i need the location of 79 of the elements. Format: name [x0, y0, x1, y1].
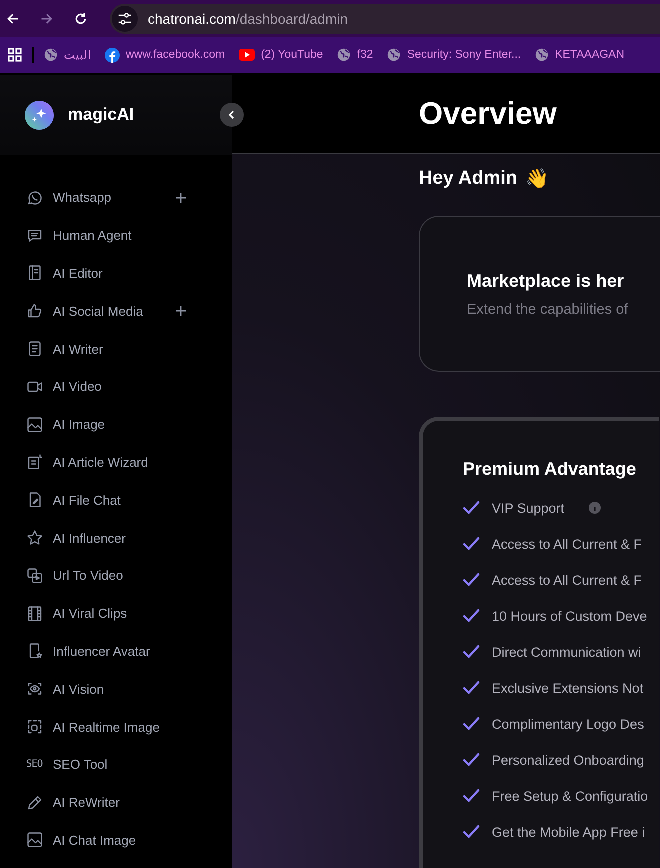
bookmark[interactable]: KETAAAGAN — [535, 48, 625, 62]
article-icon — [26, 453, 44, 472]
plus-icon[interactable] — [175, 192, 187, 204]
video-play-icon — [26, 566, 44, 585]
seo-label: SEO — [26, 759, 43, 770]
sidebar-item[interactable]: AI Realtime Image — [0, 708, 232, 746]
bookmark[interactable]: (2) YouTube — [239, 49, 324, 61]
checkmark-icon — [463, 501, 480, 515]
sidebar-item[interactable]: AI Editor — [0, 254, 232, 292]
thumbs-up-icon — [26, 302, 44, 320]
bookmark[interactable]: البيت — [44, 48, 91, 62]
feature-text: Access to All Current & F — [492, 572, 642, 588]
chevron-left-icon — [227, 110, 237, 120]
address-bar[interactable]: chatronai.com/dashboard/admin — [110, 4, 660, 34]
feature-text: Personalized Onboarding — [492, 752, 644, 768]
globe-icon — [44, 48, 58, 62]
checkmark-icon — [463, 789, 480, 803]
star-icon — [26, 529, 44, 548]
checkmark-icon — [463, 537, 480, 551]
checkmark-icon — [463, 717, 480, 731]
sidebar-item[interactable]: AI Vision — [0, 670, 232, 708]
play-icon — [239, 49, 256, 61]
sidebar-item[interactable]: Influencer Avatar — [0, 632, 232, 670]
feature-text: Complimentary Logo Des — [492, 716, 644, 732]
info-icon[interactable] — [588, 502, 601, 514]
feature-text: VIP Support — [492, 500, 565, 516]
checkmark-icon — [463, 681, 480, 695]
checkmark-icon — [463, 573, 480, 587]
sidebar-item[interactable]: AI Writer — [0, 330, 232, 368]
forward-arrow-icon[interactable] — [40, 12, 54, 26]
bookmark[interactable]: Security: Sony Enter... — [387, 48, 522, 62]
feature-text: Free Setup & Configuratio — [492, 788, 648, 804]
film-icon — [26, 604, 44, 623]
reload-icon[interactable] — [74, 12, 88, 26]
apps-grid-icon[interactable] — [8, 48, 22, 62]
checkmark-icon — [463, 753, 480, 767]
sidebar-item[interactable]: AI Article Wizard — [0, 444, 232, 482]
checkmark-icon — [463, 609, 480, 623]
sidebar-item[interactable]: AI Video — [0, 368, 232, 406]
bookmark[interactable]: www.facebook.com — [105, 48, 226, 62]
brand-name: magicAI — [68, 105, 134, 125]
sidebar-item[interactable]: SEO SEO Tool — [0, 746, 232, 784]
sidebar-item[interactable]: AI Chat Image — [0, 822, 232, 860]
image-icon — [26, 831, 44, 850]
page-title: Overview — [419, 96, 557, 132]
sidebar-item[interactable]: AI Social Media — [0, 292, 232, 330]
checkmark-icon — [463, 645, 480, 659]
wave-emoji: 👋 — [526, 168, 550, 191]
card-title: Premium Advantage — [463, 459, 638, 480]
card-title: Marketplace is her — [467, 270, 626, 292]
sidebar-item[interactable]: AI ReWriter — [0, 784, 232, 822]
chat-bubble-icon — [26, 188, 44, 207]
facebook-icon — [105, 48, 120, 62]
sparkle-logo-icon — [25, 100, 54, 130]
sidebar-item[interactable]: Whatsapp — [0, 179, 232, 217]
tune-icon[interactable] — [118, 12, 132, 26]
feature-text: 10 Hours of Custom Deve — [492, 608, 648, 624]
sidebar-item[interactable]: Human Agent — [0, 216, 232, 255]
back-arrow-icon[interactable] — [6, 12, 20, 26]
sidebar-item[interactable]: Url To Video — [0, 556, 232, 595]
sidebar-item[interactable]: AI Image — [0, 406, 232, 444]
globe-icon — [387, 48, 402, 62]
checkmark-icon — [463, 825, 480, 839]
pencil-icon — [26, 794, 44, 812]
image-frame-icon — [26, 718, 44, 736]
sidebar-item[interactable]: AI File Chat — [0, 481, 232, 520]
feature-text: Get the Mobile App Free i — [492, 824, 646, 840]
feature-text: Access to All Current & F — [492, 536, 642, 552]
image-icon — [26, 416, 44, 434]
sidebar-item[interactable]: AI Viral Clips — [0, 594, 232, 633]
feature-text: Exclusive Extensions Not — [492, 680, 644, 696]
card-description: Extend the capabilities of — [467, 302, 630, 318]
greeting: Hey Admin — [419, 168, 518, 190]
sidebar-item[interactable]: AI Influencer — [0, 519, 232, 557]
feature-text: Direct Communication wi — [492, 644, 642, 660]
plus-icon[interactable] — [175, 305, 187, 318]
bookmark[interactable]: f32 — [337, 48, 374, 62]
globe-icon — [337, 48, 352, 62]
globe-icon — [535, 48, 550, 62]
